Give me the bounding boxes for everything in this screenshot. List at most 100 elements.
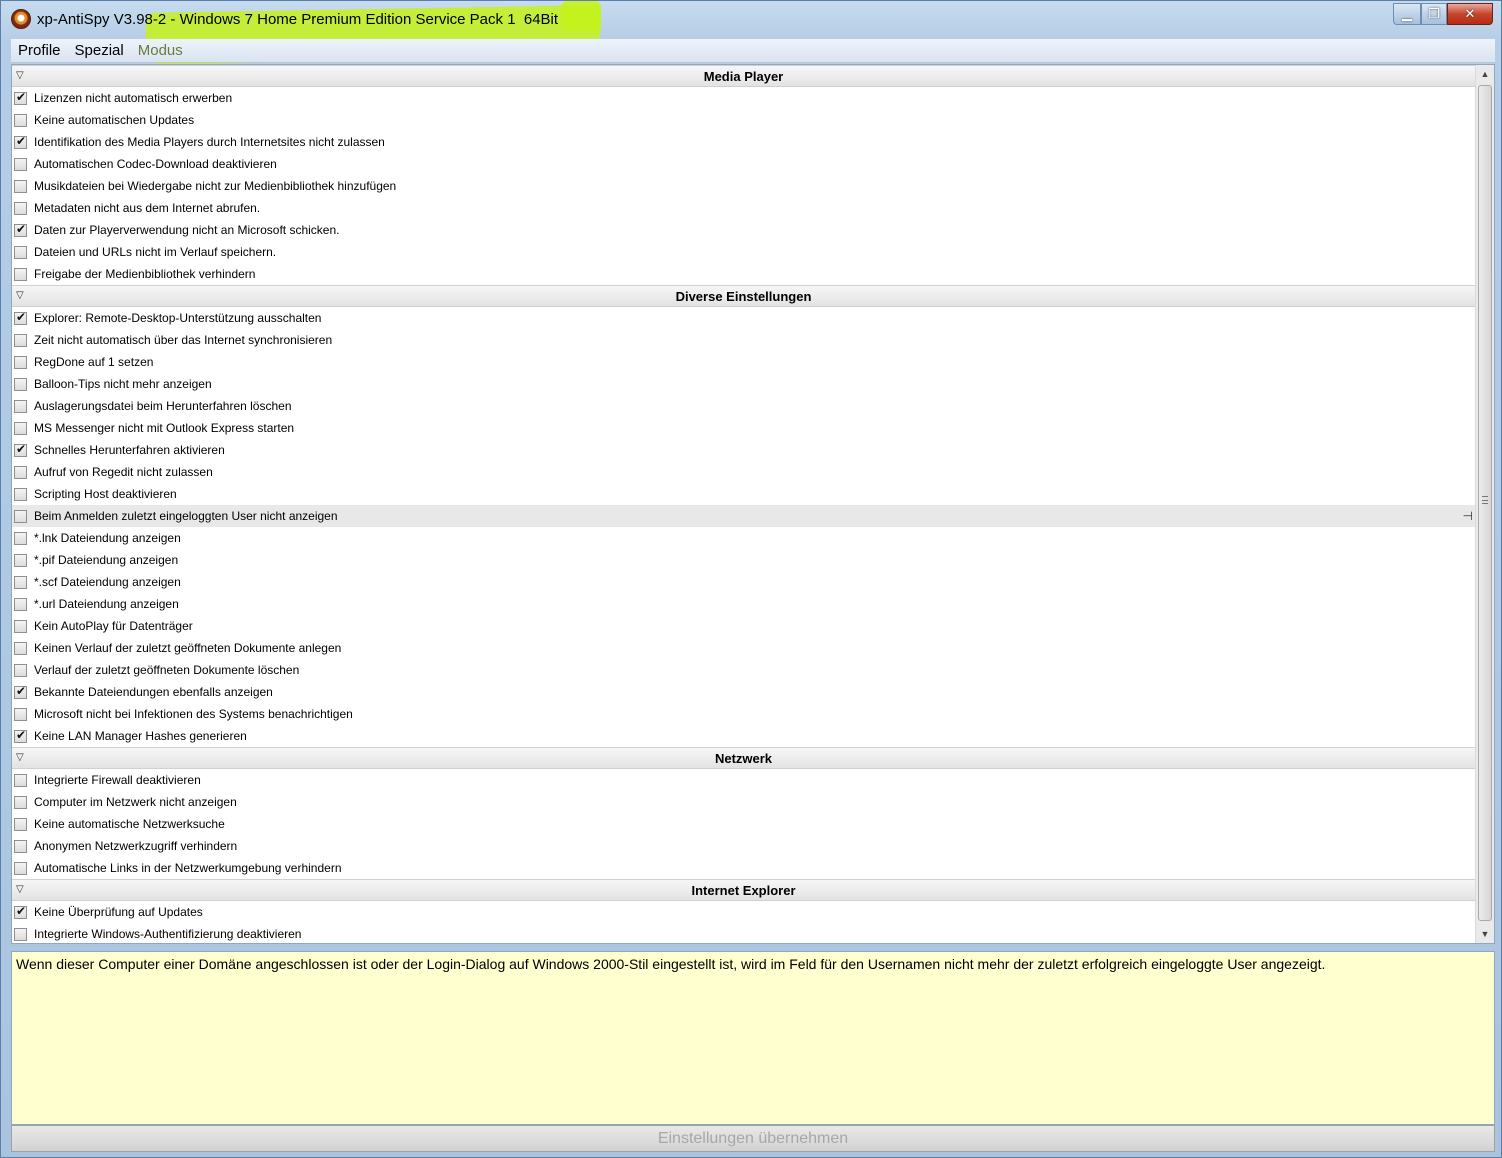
setting-row[interactable]: Scripting Host deaktivieren [12, 483, 1475, 505]
setting-row[interactable]: Microsoft nicht bei Infektionen des Syst… [12, 703, 1475, 725]
minimize-icon: ▁ [1402, 6, 1412, 21]
group-header[interactable]: ▽ Netzwerk [12, 747, 1475, 769]
setting-checkbox[interactable] [14, 641, 27, 655]
setting-label: Schnelles Herunterfahren aktivieren [34, 443, 225, 457]
pin-icon[interactable]: ⊣ [1463, 509, 1473, 523]
title-bar[interactable]: xp-AntiSpy V3.98-2 - Windows 7 Home Prem… [1, 1, 1501, 65]
antispy-app-icon[interactable] [11, 9, 31, 29]
setting-checkbox[interactable] [14, 201, 27, 215]
setting-checkbox[interactable] [14, 442, 27, 457]
setting-checkbox[interactable] [14, 817, 27, 831]
setting-row[interactable]: Kein AutoPlay für Datenträger [12, 615, 1475, 637]
setting-row[interactable]: *.pif Dateiendung anzeigen [12, 549, 1475, 571]
setting-checkbox[interactable] [14, 355, 27, 369]
setting-row[interactable]: Integrierte Firewall deaktivieren [12, 769, 1475, 791]
setting-checkbox[interactable] [14, 245, 27, 259]
setting-checkbox[interactable] [14, 509, 27, 523]
group-header[interactable]: ▽ Media Player [12, 65, 1475, 87]
minimize-button[interactable]: ▁ [1393, 3, 1421, 25]
setting-row[interactable]: Balloon-Tips nicht mehr anzeigen [12, 373, 1475, 395]
group-header[interactable]: ▽ Diverse Einstellungen [12, 285, 1475, 307]
setting-checkbox[interactable] [14, 773, 27, 787]
apply-settings-button[interactable]: Einstellungen übernehmen [11, 1125, 1495, 1152]
setting-checkbox[interactable] [14, 707, 27, 721]
setting-row[interactable]: *.lnk Dateiendung anzeigen [12, 527, 1475, 549]
setting-label: Daten zur Playerverwendung nicht an Micr… [34, 223, 340, 237]
setting-row[interactable]: Lizenzen nicht automatisch erwerben [12, 87, 1475, 109]
setting-row[interactable]: *.scf Dateiendung anzeigen [12, 571, 1475, 593]
setting-row[interactable]: Schnelles Herunterfahren aktivieren [12, 439, 1475, 461]
setting-row[interactable]: Metadaten nicht aus dem Internet abrufen… [12, 197, 1475, 219]
setting-checkbox[interactable] [14, 134, 27, 149]
setting-checkbox[interactable] [14, 684, 27, 699]
setting-checkbox[interactable] [14, 421, 27, 435]
menu-profile[interactable]: Profile [11, 42, 68, 59]
setting-checkbox[interactable] [14, 839, 27, 853]
setting-row[interactable]: RegDone auf 1 setzen [12, 351, 1475, 373]
setting-checkbox[interactable] [14, 861, 27, 875]
group-title: Diverse Einstellungen [675, 289, 812, 304]
scrollbar-thumb[interactable] [1478, 85, 1492, 921]
setting-checkbox[interactable] [14, 90, 27, 105]
setting-row[interactable]: Daten zur Playerverwendung nicht an Micr… [12, 219, 1475, 241]
setting-row[interactable]: Keine automatische Netzwerksuche [12, 813, 1475, 835]
setting-checkbox[interactable] [14, 113, 27, 127]
setting-checkbox[interactable] [14, 465, 27, 479]
setting-checkbox[interactable] [14, 310, 27, 325]
scroll-down-icon[interactable]: ▼ [1476, 925, 1494, 943]
setting-row[interactable]: Zeit nicht automatisch über das Internet… [12, 329, 1475, 351]
setting-checkbox[interactable] [14, 179, 27, 193]
setting-checkbox[interactable] [14, 399, 27, 413]
setting-checkbox[interactable] [14, 377, 27, 391]
setting-row[interactable]: Keine automatischen Updates [12, 109, 1475, 131]
scroll-up-icon[interactable]: ▲ [1476, 65, 1494, 83]
setting-checkbox[interactable] [14, 553, 27, 567]
setting-row[interactable]: Integrierte Windows-Authentifizierung de… [12, 923, 1475, 943]
setting-label: Keinen Verlauf der zuletzt geöffneten Do… [34, 641, 342, 655]
group-header[interactable]: ▽ Internet Explorer [12, 879, 1475, 901]
close-button[interactable]: ✕ [1447, 3, 1493, 25]
setting-label: Dateien und URLs nicht im Verlauf speich… [34, 245, 277, 259]
setting-row[interactable]: Identifikation des Media Players durch I… [12, 131, 1475, 153]
maximize-button[interactable]: ❐ [1421, 3, 1447, 25]
setting-checkbox[interactable] [14, 575, 27, 589]
setting-row[interactable]: Keine Überprüfung auf Updates [12, 901, 1475, 923]
setting-checkbox[interactable] [14, 157, 27, 171]
setting-row[interactable]: Auslagerungsdatei beim Herunterfahren lö… [12, 395, 1475, 417]
setting-row[interactable]: Keine LAN Manager Hashes generieren [12, 725, 1475, 747]
setting-row[interactable]: Beim Anmelden zuletzt eingeloggten User … [12, 505, 1475, 527]
setting-row[interactable]: MS Messenger nicht mit Outlook Express s… [12, 417, 1475, 439]
setting-checkbox[interactable] [14, 927, 27, 941]
setting-row[interactable]: Anonymen Netzwerkzugriff verhindern [12, 835, 1475, 857]
grip-icon [1482, 496, 1488, 504]
setting-checkbox[interactable] [14, 728, 27, 743]
setting-checkbox[interactable] [14, 487, 27, 501]
setting-checkbox[interactable] [14, 267, 27, 281]
setting-row[interactable]: *.url Dateiendung anzeigen [12, 593, 1475, 615]
setting-row[interactable]: Aufruf von Regedit nicht zulassen [12, 461, 1475, 483]
menu-modus[interactable]: Modus [131, 42, 190, 59]
setting-row[interactable]: Dateien und URLs nicht im Verlauf speich… [12, 241, 1475, 263]
setting-row[interactable]: Explorer: Remote-Desktop-Unterstützung a… [12, 307, 1475, 329]
setting-checkbox[interactable] [14, 531, 27, 545]
setting-row[interactable]: Musikdateien bei Wiedergabe nicht zur Me… [12, 175, 1475, 197]
setting-checkbox[interactable] [14, 619, 27, 633]
setting-checkbox[interactable] [14, 333, 27, 347]
setting-row[interactable]: Automatischen Codec-Download deaktiviere… [12, 153, 1475, 175]
setting-row[interactable]: Verlauf der zuletzt geöffneten Dokumente… [12, 659, 1475, 681]
setting-row[interactable]: Automatische Links in der Netzwerkumgebu… [12, 857, 1475, 879]
vertical-scrollbar[interactable]: ▲ ▼ [1475, 65, 1494, 943]
setting-checkbox[interactable] [14, 663, 27, 677]
setting-checkbox[interactable] [14, 222, 27, 237]
setting-row[interactable]: Computer im Netzwerk nicht anzeigen [12, 791, 1475, 813]
setting-row[interactable]: Freigabe der Medienbibliothek verhindern [12, 263, 1475, 285]
setting-row[interactable]: Keinen Verlauf der zuletzt geöffneten Do… [12, 637, 1475, 659]
setting-checkbox[interactable] [14, 597, 27, 611]
setting-checkbox[interactable] [14, 904, 27, 919]
group-title: Internet Explorer [691, 883, 796, 898]
setting-label: Beim Anmelden zuletzt eingeloggten User … [34, 509, 338, 523]
setting-label: Keine Überprüfung auf Updates [34, 905, 203, 919]
menu-spezial[interactable]: Spezial [68, 42, 131, 59]
setting-row[interactable]: Bekannte Dateiendungen ebenfalls anzeige… [12, 681, 1475, 703]
setting-checkbox[interactable] [14, 795, 27, 809]
